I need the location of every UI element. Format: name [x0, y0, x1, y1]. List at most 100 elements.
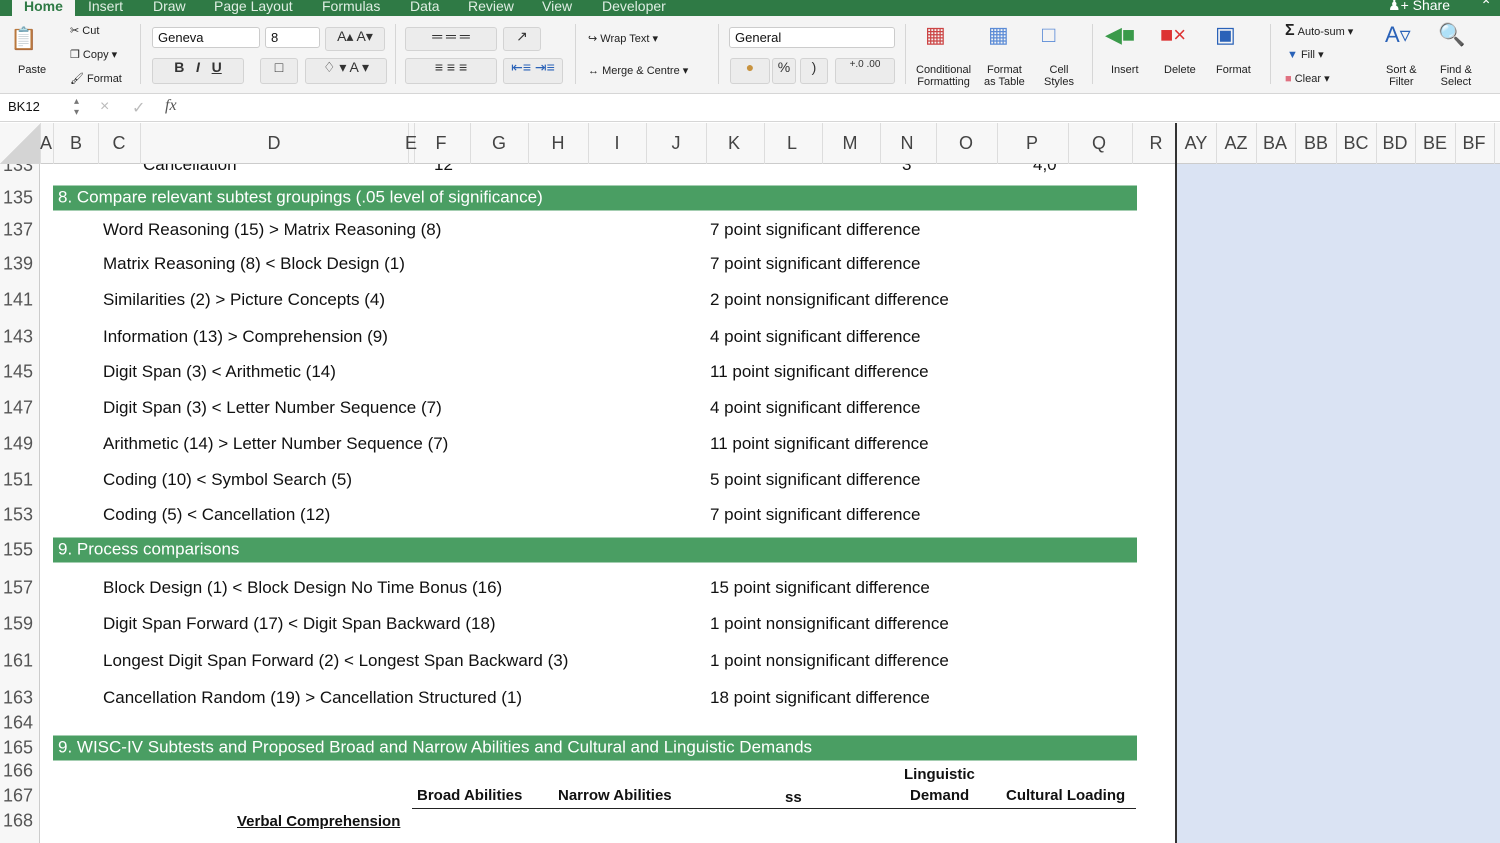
row-number[interactable]: 147 [3, 398, 33, 419]
paste-icon[interactable]: 📋 [10, 26, 37, 52]
sort-filter-icon[interactable]: A▿ [1385, 22, 1411, 48]
format-cells-icon[interactable]: ▣ [1215, 22, 1236, 48]
row-number[interactable]: 165 [3, 738, 33, 759]
copy-button[interactable]: ❐ Copy ▾ [70, 48, 117, 61]
column-header-M[interactable]: M [843, 133, 858, 154]
comparison-cell[interactable]: Similarities (2) > Picture Concepts (4) [103, 290, 385, 310]
section-header[interactable]: 9. WISC-IV Subtests and Proposed Broad a… [53, 735, 1137, 761]
insert-button[interactable]: Insert [1111, 64, 1139, 76]
section-header[interactable]: 8. Compare relevant subtest groupings (.… [53, 185, 1137, 211]
row-number[interactable]: 159 [3, 614, 33, 635]
comparison-cell[interactable]: Digit Span (3) < Arithmetic (14) [103, 362, 336, 382]
cut-button[interactable]: ✂ Cut [70, 24, 99, 37]
column-header-F[interactable]: F [436, 133, 447, 154]
column-header-G[interactable]: G [492, 133, 506, 154]
result-cell[interactable]: 4 point significant difference [710, 327, 920, 347]
result-cell[interactable]: 11 point significant difference [710, 362, 929, 382]
tab-page-layout[interactable]: Page Layout [214, 0, 293, 14]
tab-review[interactable]: Review [468, 0, 514, 14]
column-header-P[interactable]: P [1026, 133, 1038, 154]
cell-styles-button[interactable]: Cell Styles [1044, 64, 1074, 88]
frozen-right-pane[interactable] [1177, 164, 1500, 843]
tab-home[interactable]: Home [12, 0, 75, 16]
comparison-cell[interactable]: Digit Span (3) < Letter Number Sequence … [103, 398, 442, 418]
comparison-cell[interactable]: Word Reasoning (15) > Matrix Reasoning (… [103, 220, 441, 240]
column-header-L[interactable]: L [787, 133, 797, 154]
percent-button[interactable]: % [772, 58, 796, 84]
column-header-BB[interactable]: BB [1304, 133, 1328, 154]
cell[interactable]: 3 [902, 164, 911, 175]
indent-buttons[interactable]: ⇤≡ ⇥≡ [503, 58, 563, 84]
result-cell[interactable]: 5 point significant difference [710, 470, 920, 490]
column-header-BE[interactable]: BE [1423, 133, 1447, 154]
row-number[interactable]: 167 [3, 786, 33, 807]
row-number[interactable]: 137 [3, 220, 33, 241]
column-header-I[interactable]: I [614, 133, 619, 154]
row-number[interactable]: 139 [3, 254, 33, 275]
format-painter-button[interactable]: 🖌 Format [70, 72, 122, 85]
row-number[interactable]: 161 [3, 651, 33, 672]
cell[interactable]: 4,0 [1033, 164, 1057, 175]
collapse-ribbon-icon[interactable]: ⌃ [1480, 0, 1492, 14]
function-icon[interactable]: fx [165, 97, 177, 115]
comparison-cell[interactable]: Longest Digit Span Forward (2) < Longest… [103, 651, 568, 671]
tab-draw[interactable]: Draw [153, 0, 186, 14]
column-header-O[interactable]: O [959, 133, 973, 154]
select-all-button[interactable] [0, 123, 40, 164]
font-size-select[interactable]: 8 [265, 27, 320, 48]
column-header-BC[interactable]: BC [1343, 133, 1368, 154]
bold-italic-underline[interactable]: B I U [152, 58, 244, 84]
column-header-D[interactable]: D [268, 133, 281, 154]
result-cell[interactable]: 7 point significant difference [710, 220, 920, 240]
column-header-AY[interactable]: AY [1185, 133, 1208, 154]
vertical-align-buttons[interactable]: ═ ═ ═ [405, 27, 497, 51]
result-cell[interactable]: 15 point significant difference [710, 578, 930, 598]
header-narrow-abilities[interactable]: Narrow Abilities [558, 787, 672, 804]
currency-button[interactable]: ● [730, 58, 770, 84]
bold-button[interactable]: B [174, 59, 184, 75]
row-number[interactable]: 141 [3, 290, 33, 311]
name-box-stepper[interactable]: ▴ ▾ [74, 96, 79, 118]
comparison-cell[interactable]: Arithmetic (14) > Letter Number Sequence… [103, 434, 448, 454]
orientation-button[interactable]: ↗ [503, 27, 541, 51]
result-cell[interactable]: 1 point nonsignificant difference [710, 651, 949, 671]
row-number[interactable]: 163 [3, 688, 33, 709]
sort-filter-button[interactable]: Sort & Filter [1386, 64, 1417, 88]
delete-button[interactable]: Delete [1164, 64, 1196, 76]
column-header-C[interactable]: C [113, 133, 126, 154]
result-cell[interactable]: 18 point significant difference [710, 688, 930, 708]
tab-insert[interactable]: Insert [88, 0, 123, 14]
header-linguistic[interactable]: Linguistic [904, 766, 975, 783]
comparison-cell[interactable]: Coding (10) < Symbol Search (5) [103, 470, 352, 490]
conditional-formatting-icon[interactable]: ▦ [925, 22, 946, 48]
row-number[interactable]: 135 [3, 188, 33, 209]
format-as-table-button[interactable]: Format as Table [984, 64, 1025, 88]
result-cell[interactable]: 4 point significant difference [710, 398, 920, 418]
column-header-B[interactable]: B [70, 133, 82, 154]
comparison-cell[interactable]: Digit Span Forward (17) < Digit Span Bac… [103, 614, 496, 634]
format-as-table-icon[interactable]: ▦ [988, 22, 1009, 48]
header-broad-abilities[interactable]: Broad Abilities [417, 787, 522, 804]
tab-formulas[interactable]: Formulas [322, 0, 380, 14]
find-select-button[interactable]: Find & Select [1440, 64, 1472, 88]
column-header-H[interactable]: H [552, 133, 565, 154]
column-header-E[interactable]: E [405, 133, 417, 154]
wrap-text-button[interactable]: ↪ Wrap Text ▾ [588, 32, 658, 45]
insert-cells-icon[interactable]: ◀■ [1105, 22, 1135, 48]
result-cell[interactable]: 2 point nonsignificant difference [710, 290, 949, 310]
column-header-N[interactable]: N [901, 133, 914, 154]
row-number[interactable]: 149 [3, 434, 33, 455]
row-number[interactable]: 168 [3, 811, 33, 832]
column-header-BF[interactable]: BF [1462, 133, 1485, 154]
header-ss[interactable]: ss [785, 789, 802, 806]
comparison-cell[interactable]: Information (13) > Comprehension (9) [103, 327, 388, 347]
fill-button[interactable]: ▼ Fill ▾ [1287, 48, 1324, 61]
row-number[interactable]: 166 [3, 761, 33, 782]
tab-view[interactable]: View [542, 0, 572, 14]
tab-developer[interactable]: Developer [602, 0, 666, 14]
enter-icon[interactable]: ✓ [132, 98, 145, 118]
cell[interactable]: Cancellation [143, 164, 237, 175]
comparison-cell[interactable]: Coding (5) < Cancellation (12) [103, 505, 330, 525]
result-cell[interactable]: 7 point significant difference [710, 254, 920, 274]
row-number[interactable]: 157 [3, 578, 33, 599]
